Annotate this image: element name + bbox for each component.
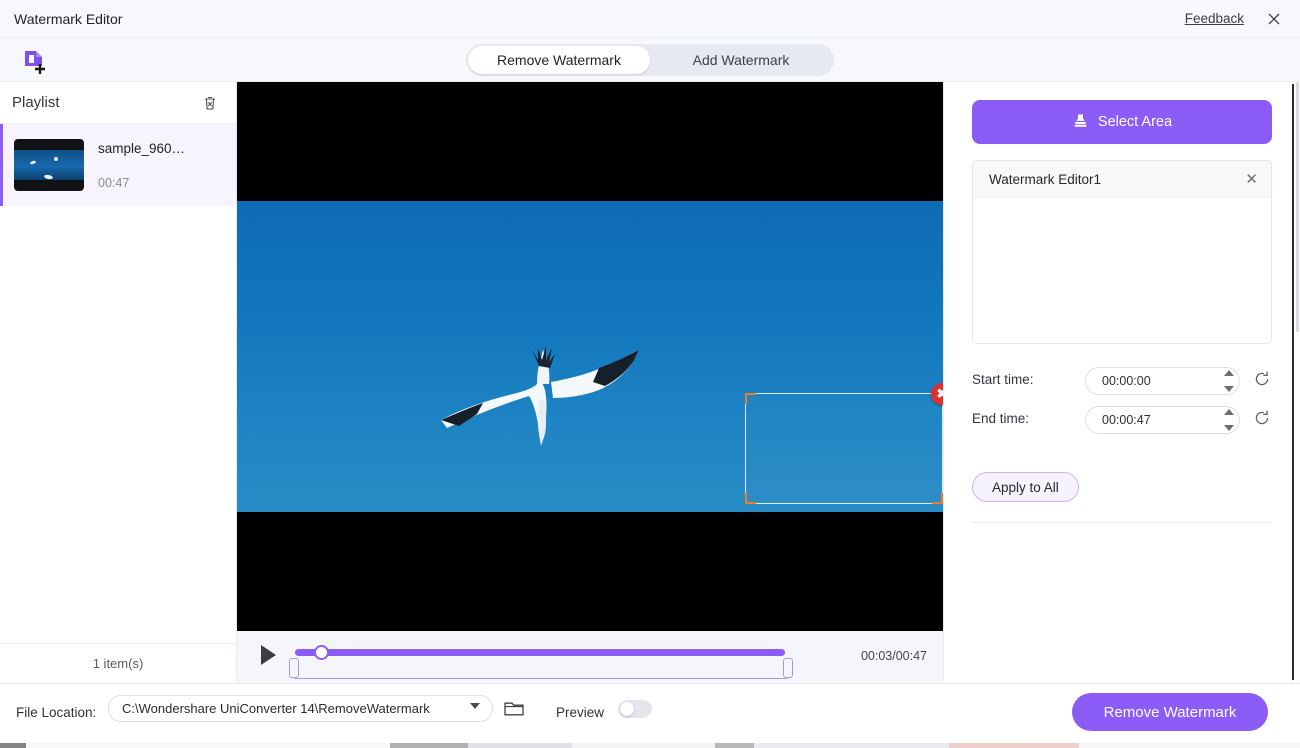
chevron-down-icon[interactable] — [470, 703, 480, 709]
list-item-meta: sample_960… 00:47 — [98, 141, 185, 190]
feedback-link[interactable]: Feedback — [1185, 11, 1244, 26]
apply-to-all-button[interactable]: Apply to All — [972, 472, 1079, 502]
trim-handle-right[interactable] — [783, 658, 793, 678]
trash-icon[interactable] — [200, 93, 220, 113]
playlist-title: Playlist — [12, 94, 60, 111]
preview-toggle[interactable] — [618, 700, 652, 718]
scrollbar-thumb[interactable] — [1296, 82, 1299, 332]
stamp-icon — [1072, 112, 1089, 133]
trim-handle-left[interactable] — [289, 658, 299, 678]
title-bar: Watermark Editor Feedback — [0, 0, 1300, 38]
play-icon[interactable] — [261, 645, 276, 665]
playlist-header: Playlist — [0, 82, 236, 124]
watermark-list: Watermark Editor1 ✕ — [972, 160, 1272, 344]
file-location-input[interactable] — [108, 695, 493, 722]
progress-handle[interactable] — [314, 645, 329, 660]
list-item[interactable]: sample_960… 00:47 — [0, 124, 236, 206]
progress-fill — [295, 649, 785, 656]
chevron-down-icon[interactable] — [1224, 425, 1234, 431]
reset-icon[interactable] — [1252, 369, 1272, 389]
end-time-input[interactable] — [1085, 406, 1240, 434]
video-thumbnail — [14, 139, 84, 191]
tab-remove-watermark[interactable]: Remove Watermark — [468, 46, 650, 74]
playlist-item-count: 1 item(s) — [0, 643, 236, 683]
select-area-button[interactable]: Select Area — [972, 100, 1272, 144]
toolbar: Remove Watermark Add Watermark — [0, 38, 1300, 82]
video-preview[interactable]: ✖ — [237, 82, 943, 631]
progress-slider[interactable] — [295, 645, 785, 660]
resize-handle-bottom-right[interactable] — [932, 493, 943, 504]
end-time-label: End time: — [972, 411, 1030, 426]
start-time-label: Start time: — [972, 372, 1034, 387]
settings-panel: Select Area Watermark Editor1 ✕ Start ti… — [943, 82, 1292, 683]
end-time-stepper[interactable] — [1222, 409, 1236, 431]
tab-add-watermark[interactable]: Add Watermark — [650, 46, 832, 74]
end-time-row: End time: — [972, 406, 1272, 434]
bird-image — [441, 346, 639, 446]
close-icon[interactable]: ✕ — [1245, 170, 1258, 188]
watermark-editor-window: Watermark Editor Feedback Remove Waterma… — [0, 0, 1300, 748]
close-icon[interactable] — [1262, 8, 1286, 30]
timecode: 00:03/00:47 — [860, 649, 927, 663]
reset-icon[interactable] — [1252, 408, 1272, 428]
preview-label: Preview — [556, 705, 605, 720]
mode-segmented-control: Remove Watermark Add Watermark — [466, 44, 834, 76]
chevron-up-icon[interactable] — [1224, 370, 1234, 376]
taskbar-sliver — [0, 743, 1300, 748]
start-time-stepper[interactable] — [1222, 370, 1236, 392]
player-controls: 00:03/00:47 — [237, 631, 943, 683]
preview-toggle-knob — [620, 702, 634, 716]
file-location-label: File Location: — [16, 705, 97, 720]
remove-watermark-button[interactable]: Remove Watermark — [1072, 693, 1268, 731]
trim-range[interactable] — [289, 658, 793, 679]
chevron-down-icon[interactable] — [1224, 386, 1234, 392]
folder-icon[interactable] — [503, 698, 525, 718]
panel-divider — [972, 522, 1272, 523]
start-time-row: Start time: — [972, 367, 1272, 395]
window-title: Watermark Editor — [14, 11, 123, 27]
resize-handle-bottom-left[interactable] — [745, 493, 756, 504]
list-item-duration: 00:47 — [98, 175, 130, 190]
add-file-icon[interactable] — [18, 44, 50, 76]
chevron-up-icon[interactable] — [1224, 409, 1234, 415]
window-edge — [1292, 84, 1294, 680]
playlist-panel: Playlist sample_960… 00:47 1 item(s) — [0, 82, 237, 683]
watermark-list-item[interactable]: Watermark Editor1 ✕ — [973, 161, 1271, 198]
resize-handle-top-left[interactable] — [745, 393, 756, 404]
watermark-list-item-label: Watermark Editor1 — [989, 171, 1102, 187]
watermark-selection-box[interactable]: ✖ — [745, 383, 943, 504]
start-time-input[interactable] — [1085, 367, 1240, 395]
list-item-filename: sample_960… — [98, 140, 186, 156]
preview-panel: ✖ 00:03/00:47 — [237, 82, 943, 683]
select-area-label: Select Area — [1097, 114, 1173, 130]
